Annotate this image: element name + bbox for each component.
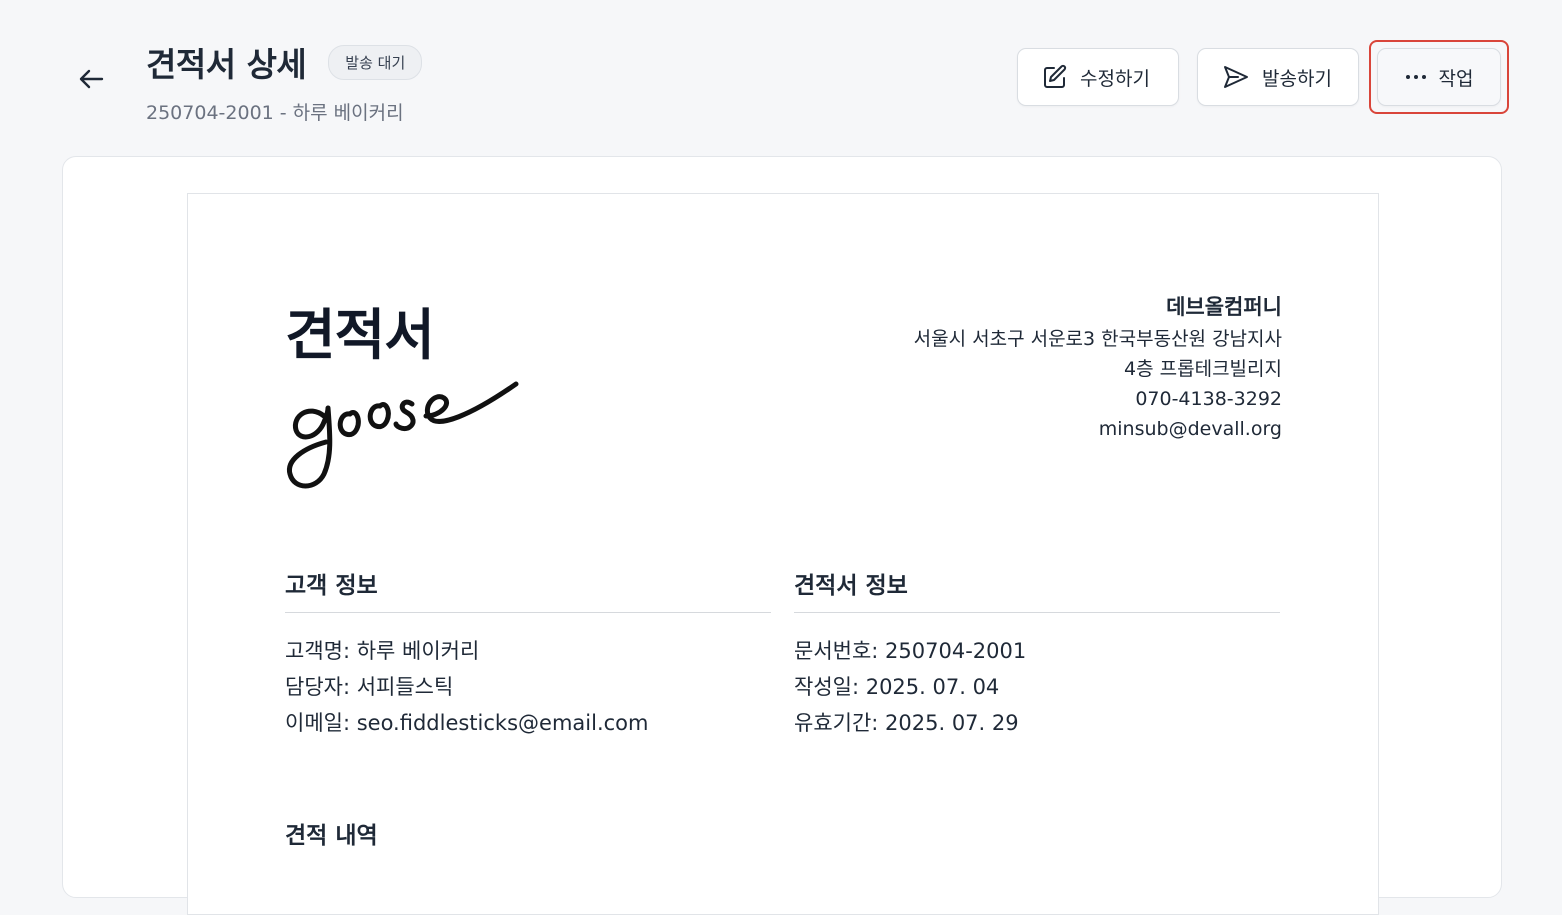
document-card: 견적서 데브올컴퍼니 서울시 서초구 서운로3 한국부동산원 강남지사 4층 프… [62,156,1502,915]
quote-info-title: 견적서 정보 [794,566,1280,613]
customer-info-title: 고객 정보 [285,566,771,613]
edit-icon [1042,64,1068,90]
header-actions: 수정하기 발송하기 작업 [1017,40,1509,114]
document-title: 견적서 [285,303,435,367]
company-info: 데브올컴퍼니 서울시 서초구 서운로3 한국부동산원 강남지사 4층 프롭테크빌… [914,292,1282,444]
quote-valid-until: 유효기간: 2025. 07. 29 [794,711,1019,735]
more-horizontal-icon [1405,74,1427,80]
page-title: 견적서 상세 [146,45,307,84]
quote-number: 문서번호: 250704-2001 [794,639,1027,663]
more-actions-button[interactable]: 작업 [1377,48,1501,106]
back-button[interactable] [70,58,112,100]
send-button[interactable]: 발송하기 [1197,48,1359,106]
send-button-label: 발송하기 [1262,67,1332,90]
send-icon [1222,64,1250,90]
company-email: minsub@devall.org [1098,418,1282,440]
title-block: 견적서 상세 발송 대기 250704-2001 - 하루 베이커리 [146,38,423,125]
quote-created-date: 작성일: 2025. 07. 04 [794,675,1000,699]
edit-button[interactable]: 수정하기 [1017,48,1179,106]
status-badge: 발송 대기 [328,44,423,80]
edit-button-label: 수정하기 [1080,67,1150,90]
company-address-line2: 4층 프롭테크빌리지 [1124,358,1282,380]
customer-email: 이메일: seo.fiddlesticks@email.com [285,711,649,735]
page-subtitle: 250704-2001 - 하루 베이커리 [146,102,404,124]
quote-info-section: 견적서 정보 문서번호: 250704-2001 작성일: 2025. 07. … [794,566,1280,741]
customer-manager: 담당자: 서피들스틱 [285,675,454,699]
company-name: 데브올컴퍼니 [1166,295,1282,319]
company-address-line1: 서울시 서초구 서운로3 한국부동산원 강남지사 [913,328,1282,350]
document-preview: 견적서 데브올컴퍼니 서울시 서초구 서운로3 한국부동산원 강남지사 4층 프… [187,193,1379,915]
signature-logo [284,364,524,498]
more-actions-label: 작업 [1438,67,1474,90]
arrow-left-icon [78,68,104,90]
customer-info-section: 고객 정보 고객명: 하루 베이커리 담당자: 서피들스틱 이메일: seo.f… [285,566,771,741]
quote-items-title: 견적 내역 [285,823,378,849]
customer-name: 고객명: 하루 베이커리 [285,639,480,663]
company-phone: 070-4138-3292 [1135,388,1282,410]
